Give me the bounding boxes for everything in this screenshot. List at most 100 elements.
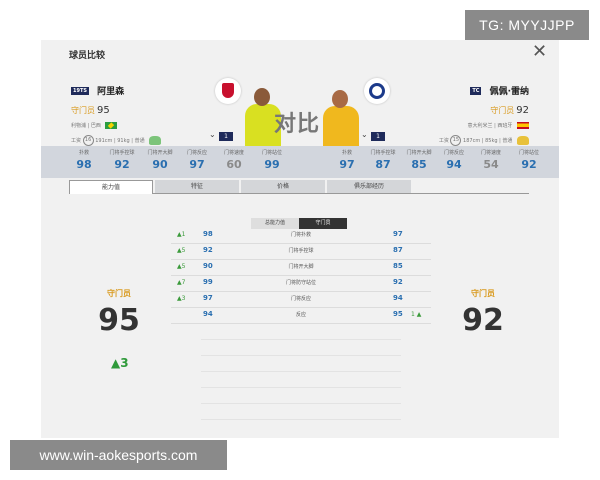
stat-label: 门将开大脚 <box>406 150 432 156</box>
tab-traits[interactable]: 特征 <box>155 180 239 193</box>
right-value: 94 <box>393 294 403 302</box>
player1-header: 19TS 阿里森 守门员 95 利物浦 | 巴西 工资 16 191cm | 91… <box>71 80 162 146</box>
stat-label: 门将站位 <box>261 150 282 156</box>
player2-head <box>332 90 348 108</box>
stat-label: 门将反应 <box>186 150 207 156</box>
stat-label: 扑救 <box>341 150 352 156</box>
stat-label: 门将速度 <box>480 150 501 156</box>
table-row: 94 反应 95 1 ▲ <box>171 308 431 324</box>
table-row: ▲5 90 门将开大脚 85 <box>171 260 431 276</box>
right-diff: 1 ▲ <box>411 311 422 318</box>
player2-name: 佩佩·雷纳 <box>489 87 529 97</box>
boot-icon <box>517 136 529 145</box>
player1-wage-label: 工资 <box>71 138 82 144</box>
stat-value: 98 <box>76 158 92 171</box>
player1-info: 利物浦 | 巴西 <box>71 122 161 129</box>
stat-label: 门将手控球 <box>109 150 135 156</box>
attribute-name: 门将反应 <box>290 296 311 302</box>
table-row: ▲1 98 门将扑救 97 <box>171 228 431 244</box>
player2-level-chevron-icon[interactable]: ⌄ <box>361 130 368 139</box>
player2-header: TC 佩佩·雷纳 守门员 92 意大利米兰 | 西班牙 工资 15 187cm |… <box>439 80 529 146</box>
stat-value: 99 <box>264 158 280 171</box>
close-icon[interactable]: ✕ <box>532 43 547 61</box>
tab-bar: 能力值 特征 价格 俱乐部经历 <box>69 180 529 194</box>
player1-weight: 91kg <box>117 138 130 144</box>
player1-level[interactable]: 1 <box>219 132 233 141</box>
left-diff: ▲3 <box>177 295 186 302</box>
empty-row <box>201 356 401 372</box>
table-row: ▲3 97 门将反应 94 <box>171 292 431 308</box>
stat-value: 90 <box>152 158 168 171</box>
stat-label: 门将站位 <box>518 150 539 156</box>
tab-club-history[interactable]: 俱乐部经历 <box>327 180 411 193</box>
left-value: 94 <box>203 310 213 318</box>
player2-rating: 92 <box>516 105 529 116</box>
right-stat: 门将开大脚 85 <box>399 149 439 171</box>
player2-level[interactable]: 1 <box>371 132 385 141</box>
left-diff: ▲5 <box>177 263 186 270</box>
player2-season-badge: TC <box>470 86 482 95</box>
brazil-flag-icon <box>105 122 118 129</box>
player1-club-country: 利物浦 | 巴西 <box>71 123 101 129</box>
versus-label: 对比 <box>274 112 321 137</box>
table-row: ▲7 99 门将防守站位 92 <box>171 276 431 292</box>
left-value: 90 <box>203 262 213 270</box>
player2-club-country: 意大利米兰 | 西班牙 <box>467 123 513 129</box>
player2-height: 187cm <box>463 138 481 144</box>
player1-foot: 普通 <box>134 138 145 144</box>
left-value: 92 <box>203 246 213 254</box>
stat-value: 85 <box>411 158 427 171</box>
player2-position: 守门员 <box>490 106 515 115</box>
player1-rating: 95 <box>97 105 110 116</box>
tab-ability[interactable]: 能力值 <box>69 180 153 194</box>
table-row: ▲5 92 门将手控球 87 <box>171 244 431 260</box>
stat-value: 92 <box>521 158 537 171</box>
left-diff: ▲5 <box>177 247 186 254</box>
left-diff: ▲7 <box>177 279 186 286</box>
stat-value: 97 <box>339 158 355 171</box>
player1-overall-value: 95 <box>98 303 140 338</box>
stat-label: 门将速度 <box>223 150 244 156</box>
empty-row <box>201 372 401 388</box>
right-stat: 门将站位 92 <box>509 149 549 171</box>
left-stat: 门将反应 97 <box>177 149 217 171</box>
player1-overall: 守门员 95 <box>89 288 149 338</box>
liverpool-crest-icon <box>215 78 241 104</box>
right-value: 92 <box>393 278 403 286</box>
left-value: 99 <box>203 278 213 286</box>
empty-row <box>201 324 401 340</box>
site-watermark: www.win-aokesports.com <box>10 440 227 470</box>
player2-position-row: 守门员 92 <box>439 105 529 116</box>
stat-value: 94 <box>446 158 462 171</box>
player2-overall: 守门员 92 <box>453 288 513 338</box>
left-stat: 门将站位 99 <box>252 149 292 171</box>
player1-level-chevron-icon[interactable]: ⌄ <box>209 130 216 139</box>
empty-row <box>201 404 401 420</box>
player1-physical: 工资 16 191cm | 91kg | 普通 <box>71 135 162 146</box>
right-stat: 门将手控球 87 <box>363 149 403 171</box>
player2-portrait <box>319 86 363 152</box>
player1-position: 守门员 <box>71 106 95 115</box>
player2-overall-position: 守门员 <box>471 289 495 298</box>
right-stat: 门将反应 94 <box>434 149 474 171</box>
player2-wage: 15 <box>450 135 462 146</box>
left-stat: 扑救 98 <box>64 149 104 171</box>
tab-price[interactable]: 价格 <box>241 180 325 193</box>
player1-wage: 16 <box>82 135 94 146</box>
player2-foot: 普通 <box>502 138 513 144</box>
right-value: 95 <box>393 310 403 318</box>
player2-physical: 工资 15 187cm | 85kg | 普通 <box>439 135 529 146</box>
stat-value: 97 <box>189 158 205 171</box>
stat-label: 门将反应 <box>443 150 464 156</box>
dialog-title: 球员比较 <box>69 51 106 61</box>
right-value: 87 <box>393 246 403 254</box>
left-stat: 门将速度 60 <box>214 149 254 171</box>
stat-value: 92 <box>114 158 130 171</box>
attribute-name: 门将扑救 <box>290 232 311 238</box>
stat-label: 门将手控球 <box>370 150 396 156</box>
compare-dialog: 球员比较 ✕ 19TS 阿里森 守门员 95 利物浦 | 巴西 工资 16 191… <box>41 40 559 438</box>
left-value: 97 <box>203 294 213 302</box>
right-stat: 门将速度 54 <box>471 149 511 171</box>
player1-season-badge: 19TS <box>71 86 89 95</box>
player1-head <box>254 88 270 106</box>
